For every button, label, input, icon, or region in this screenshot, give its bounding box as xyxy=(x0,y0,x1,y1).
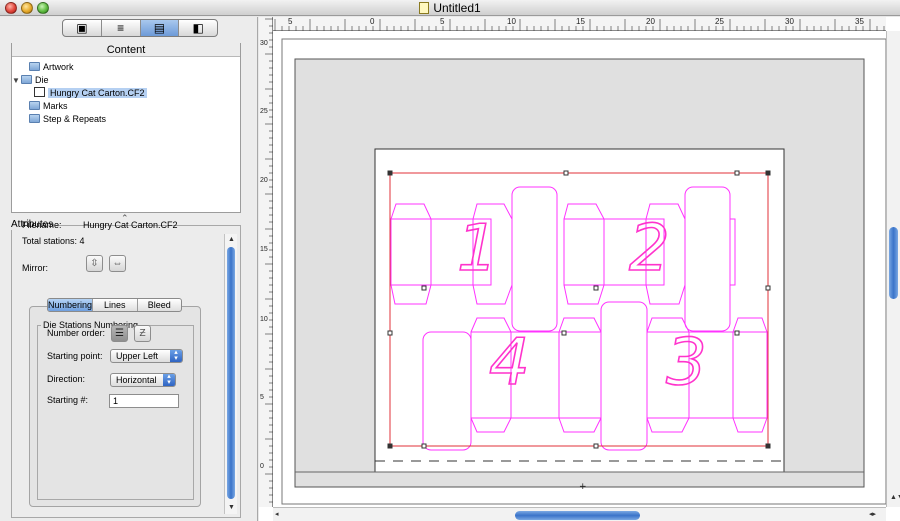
left-panel: ▣ ≡ ▤ ◧ Content Artwork ▼ Die Hungry Cat … xyxy=(0,17,258,521)
direction-value: Horizontal xyxy=(116,375,157,385)
ruler-label: 5 xyxy=(288,17,293,26)
ruler-label: 10 xyxy=(507,17,516,26)
scroll-left-right-arrows-icon[interactable]: ◂▸ xyxy=(869,510,876,518)
ruler-label: 0 xyxy=(260,463,264,470)
scroll-up-down-arrows-icon[interactable]: ▲▼ xyxy=(890,494,900,501)
ruler-label: 25 xyxy=(260,108,268,115)
starting-number-label: Starting #: xyxy=(47,395,89,405)
folder-icon xyxy=(29,62,40,71)
document-horizontal-scrollbar[interactable]: ◂ ◂▸ xyxy=(273,507,886,521)
tree-item-marks[interactable]: Marks xyxy=(20,100,68,113)
attributes-scroll-thumb[interactable] xyxy=(227,247,235,499)
ruler-label: 30 xyxy=(785,17,794,26)
total-stations: Total stations: 4 xyxy=(22,236,85,246)
tab-numbering[interactable]: Numbering xyxy=(48,299,94,311)
ruler-label: 20 xyxy=(260,177,268,184)
number-order-snake-button[interactable]: ☰ xyxy=(111,325,128,342)
attributes-scrollbar[interactable]: ▲ ▼ xyxy=(224,234,237,514)
station-number-3: 3 xyxy=(666,326,707,400)
step-repeat-tab-icon: ◧ xyxy=(192,21,204,35)
station-number-2: 2 xyxy=(629,212,670,286)
step-repeat-tab[interactable]: ◧ xyxy=(179,20,217,36)
ruler-label: 15 xyxy=(576,17,585,26)
folder-icon xyxy=(21,75,32,84)
origin-marker-icon: + xyxy=(579,482,587,492)
ruler-ticks xyxy=(265,18,273,503)
scroll-up-icon[interactable]: ▲ xyxy=(225,234,238,246)
mirror-horizontal-button[interactable]: ⇔ xyxy=(109,255,126,272)
ruler-label: 25 xyxy=(715,17,724,26)
disclosure-triangle-icon[interactable]: ▼ xyxy=(12,74,21,87)
die-layout-canvas[interactable]: 1 2 4 3 + xyxy=(274,32,887,507)
folder-icon xyxy=(29,101,40,110)
ruler-label: 15 xyxy=(260,246,268,253)
sheet xyxy=(374,148,785,473)
window-title: Untitled1 xyxy=(433,1,481,15)
tree-item-label: Artwork xyxy=(43,62,74,72)
die-tab-icon: ▤ xyxy=(153,21,166,35)
number-order-zigzag-button[interactable]: Ƶ xyxy=(134,325,151,342)
horizontal-ruler: 5 0 5 10 15 20 25 30 35 xyxy=(273,17,886,31)
die-tab[interactable]: ▤ xyxy=(140,20,180,36)
tree-item-label: Die xyxy=(35,75,49,85)
mirror-horizontal-icon: ⇔ xyxy=(112,258,123,269)
popup-stepper-icon: ▴ ▾ xyxy=(163,373,175,386)
die-file-icon xyxy=(34,87,45,97)
marks-tab-icon: ≡ xyxy=(117,21,125,35)
filename-value: Hungry Cat Carton.CF2 xyxy=(83,220,178,230)
starting-number-field[interactable]: 1 xyxy=(109,394,179,408)
ruler-label: 20 xyxy=(646,17,655,26)
ruler-label: 0 xyxy=(370,17,375,26)
direction-select[interactable]: Horizontal ▴ ▾ xyxy=(110,373,176,387)
mirror-vertical-icon: ⇳ xyxy=(90,258,99,269)
tree-item-hungry-cat-carton[interactable]: Hungry Cat Carton.CF2 xyxy=(34,87,147,100)
scroll-left-icon[interactable]: ◂ xyxy=(275,510,279,518)
ruler-label: 30 xyxy=(260,40,268,47)
starting-point-value: Upper Left xyxy=(116,351,159,361)
scroll-down-icon[interactable]: ▼ xyxy=(225,502,238,514)
tree-item-die[interactable]: ▼ Die xyxy=(12,74,49,87)
snake-order-icon: ☰ xyxy=(115,328,124,339)
station-number-1: 1 xyxy=(457,212,498,286)
folder-icon xyxy=(29,114,40,123)
window-title-wrap: Untitled1 xyxy=(0,1,900,15)
tree-item-artwork[interactable]: Artwork xyxy=(20,61,74,74)
document-canvas[interactable]: 1 2 4 3 + xyxy=(274,32,887,507)
tree-item-label: Step & Repeats xyxy=(43,114,107,124)
panel-tab-bar: ▣ ≡ ▤ ◧ xyxy=(62,19,218,37)
vertical-ruler: 30 25 20 15 10 5 0 xyxy=(259,17,273,507)
direction-label: Direction: xyxy=(47,374,86,384)
ruler-label: 35 xyxy=(855,17,864,26)
window-titlebar: Untitled1 xyxy=(0,0,900,16)
number-order-label: Number order: xyxy=(47,328,106,338)
marks-tab[interactable]: ≡ xyxy=(102,20,141,36)
starting-point-label: Starting point: xyxy=(47,351,103,361)
popup-stepper-icon: ▴ ▾ xyxy=(170,349,182,362)
content-tree-box: Content Artwork ▼ Die Hungry Cat Carton.C… xyxy=(11,43,241,213)
attributes-tab-control: Numbering Lines Bleed xyxy=(47,298,182,312)
tree-item-label: Hungry Cat Carton.CF2 xyxy=(48,88,147,98)
mirror-vertical-button[interactable]: ⇳ xyxy=(86,255,103,272)
content-label: Content xyxy=(12,43,240,57)
document-area: 5 0 5 10 15 20 25 30 35 30 25 20 15 10 5… xyxy=(259,17,900,521)
zigzag-order-icon: Ƶ xyxy=(139,328,146,339)
vertical-scroll-thumb[interactable] xyxy=(889,227,898,299)
artwork-tab[interactable]: ▣ xyxy=(63,20,102,36)
artwork-tab-icon: ▣ xyxy=(76,21,88,35)
horizontal-scroll-thumb[interactable] xyxy=(515,511,640,520)
document-icon xyxy=(419,2,430,14)
ruler-label: 10 xyxy=(260,316,268,323)
station-number-4: 4 xyxy=(489,326,530,400)
tree-item-step-repeats[interactable]: Step & Repeats xyxy=(20,113,106,126)
ruler-label: 5 xyxy=(440,17,445,26)
starting-point-select[interactable]: Upper Left ▴ ▾ xyxy=(110,349,183,363)
tab-bleed[interactable]: Bleed xyxy=(138,299,181,311)
ruler-label: 5 xyxy=(260,394,264,401)
tree-item-label: Marks xyxy=(43,101,68,111)
filename-label: Filename: xyxy=(22,220,62,230)
mirror-label: Mirror: xyxy=(22,263,48,273)
tab-lines[interactable]: Lines xyxy=(93,299,138,311)
document-vertical-scrollbar[interactable]: ▲▼ xyxy=(886,31,900,507)
